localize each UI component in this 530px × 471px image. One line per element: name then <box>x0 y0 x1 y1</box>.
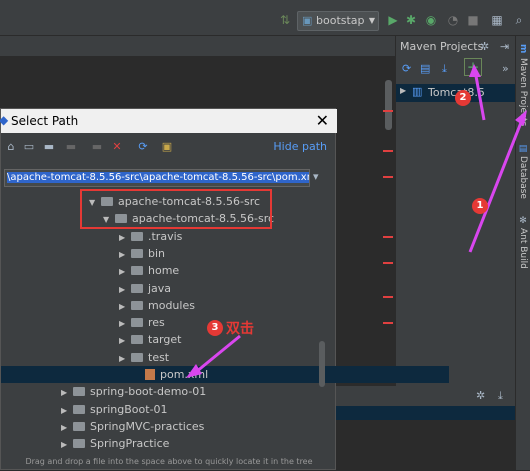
arrow-1-line <box>468 119 524 253</box>
annotation-arrows <box>186 64 527 378</box>
annotation-3-label: 双击 <box>226 321 254 337</box>
arrow-1-head <box>515 110 527 126</box>
arrow-2-head <box>469 64 481 77</box>
annotation-2: 2 <box>455 90 471 106</box>
annotation-1: 1 <box>472 198 488 214</box>
arrow-3-line <box>195 334 241 374</box>
annotation-3: 3 <box>207 320 223 336</box>
arrow-3-head <box>186 364 202 378</box>
arrow-2-line <box>474 75 486 121</box>
